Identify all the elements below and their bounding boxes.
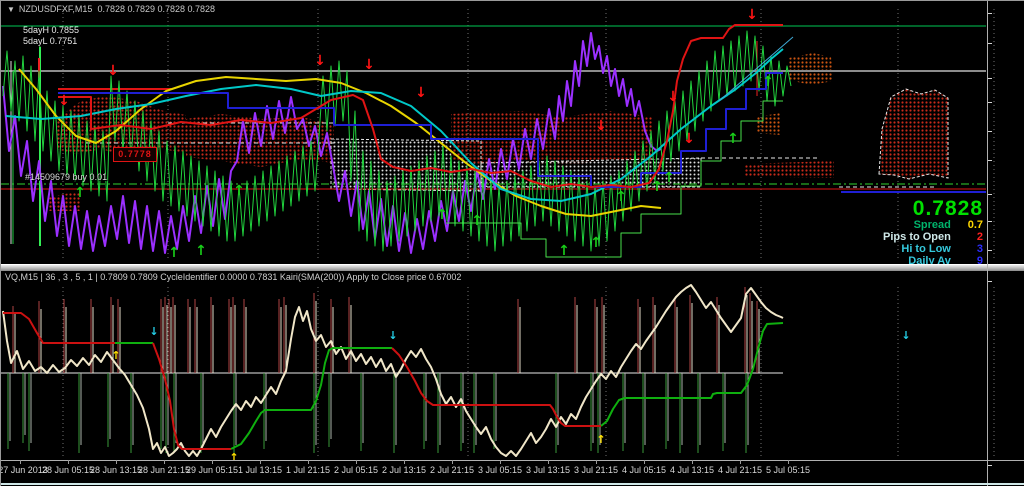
time-tick-mark [164, 460, 165, 464]
signal-down-arrow-icon: ↓ [683, 131, 695, 147]
time-tick-mark [740, 460, 741, 464]
signal-up-arrow-icon: ↑ [74, 185, 86, 201]
symbol-title: NZDUSDFXF,M15 [18, 4, 93, 14]
time-tick-mark [500, 460, 501, 464]
signal-up-arrow-icon: ↑ [195, 243, 207, 259]
time-axis-label: 5 Jul 05:15 [765, 465, 811, 475]
time-tick-mark [20, 460, 21, 464]
info-row-hi-to-low: Hi to Low 3 [901, 243, 983, 255]
kumo-cloud-orange [789, 53, 833, 85]
five-day-high-label: 5dayH 0.7855 [23, 25, 80, 35]
vq-signal-up-arrow-icon: ↑ [596, 433, 605, 446]
signal-down-arrow-icon: ↓ [107, 63, 119, 79]
time-axis-label: 4 Jul 13:15 [669, 465, 715, 475]
info-row-pips-to-open: Pips to Open 2 [883, 231, 983, 243]
signal-up-arrow-icon: ↑ [233, 183, 245, 199]
time-axis-label: 27 Jun 2013 [0, 465, 48, 475]
market-info-panel: 0.7828 Spread 0.7 Pips to Open 2 Hi to L… [883, 197, 983, 267]
vq-signal-up-arrow-icon: ↑ [111, 349, 120, 362]
time-axis-label: 3 Jul 21:15 [573, 465, 619, 475]
time-tick-mark [452, 460, 453, 464]
info-row-spread: Spread 0.7 [913, 219, 983, 231]
time-axis-label: 2 Jul 21:15 [429, 465, 475, 475]
signal-up-arrow-icon: ↑ [615, 189, 627, 205]
signal-up-arrow-icon: ↑ [558, 243, 570, 259]
time-tick-mark [356, 460, 357, 464]
chart-canvas[interactable]: ↓↓↓ ↓↓↓↓↓↓↑↑ ↑↑↑ ↑↑ ↑↑↑↑↑↑↓ ↓ ↓↑↑↑ [1, 1, 1024, 486]
axis-tick-mark [988, 102, 992, 103]
time-tick-mark [260, 460, 261, 464]
signal-up-arrow-icon: ↑ [651, 179, 663, 195]
vq-signal-down-arrow-icon: ↓ [901, 329, 910, 342]
time-tick-mark [212, 460, 213, 464]
vq-red-step-1 [3, 312, 115, 344]
time-tick-mark [596, 460, 597, 464]
axis-tick-mark [988, 160, 992, 161]
vq-signal-down-arrow-icon: ↓ [149, 325, 158, 338]
five-day-low-label: 5dayL 0.7751 [23, 36, 78, 46]
signal-down-arrow-icon: ↓ [58, 93, 70, 109]
time-tick-mark [692, 460, 693, 464]
time-axis-label: 29 Jun 05:15 [185, 465, 239, 475]
signal-down-arrow-icon: ↓ [595, 118, 607, 134]
open-order-label: #14509679 buy 0.01 [25, 172, 108, 182]
signal-up-arrow-icon: ↑ [590, 235, 602, 251]
price-alert-box: 0.7778 [113, 147, 157, 162]
time-axis-label: 2 Jul 05:15 [333, 465, 379, 475]
kumo-cloud-red [878, 88, 949, 180]
chart-title-bar: ▼ NZDUSDFXF,M15 0.7828 0.7829 0.7828 0.78… [7, 4, 215, 14]
kumo-cloud-red [744, 161, 834, 178]
mt4-chart-window: ↓ ↓ ↓ ↓ ↓ ↓ ↓ ↓ ↓ ↑ ↑ ↑ ↑ ↑ ↑ ↑ ↑ ↑ ↑ ↑ ↑ ↑ ↓ ↓ ↓ ↑ ↑ ↑ ▼ NZDUSDFXF,… [0, 0, 1024, 486]
price-axis[interactable]: 0.78650.78560.78450.78280.78250.78050.77… [988, 1, 1024, 486]
signal-up-arrow-icon: ↑ [762, 74, 774, 90]
vq-signal-down-arrow-icon: ↓ [388, 329, 397, 342]
time-axis-label: 28 Jun 13:15 [89, 465, 143, 475]
signal-down-arrow-icon: ↓ [415, 85, 427, 101]
axis-tick-mark [988, 131, 992, 132]
time-axis-label: 1 Jul 21:15 [285, 465, 331, 475]
kumo-cloud-orange [756, 113, 781, 135]
time-axis-label: 3 Jul 13:15 [525, 465, 571, 475]
signal-down-arrow-icon: ↓ [314, 53, 326, 69]
time-tick-mark [116, 460, 117, 464]
signal-up-arrow-icon: ↑ [436, 207, 448, 223]
axis-tick-mark [988, 250, 992, 251]
signal-down-arrow-icon: ↓ [363, 57, 375, 73]
axis-tick-mark [988, 13, 992, 14]
signal-down-arrow-icon: ↓ [667, 89, 679, 105]
time-axis-label: 4 Jul 21:15 [717, 465, 763, 475]
current-price: 0.7828 [912, 197, 983, 220]
time-axis-label: 28 Jun 21:15 [137, 465, 191, 475]
axis-tick-mark [988, 221, 992, 222]
ohlc-values: 0.7828 0.7829 0.7828 0.7828 [97, 4, 216, 14]
axis-tick-mark [988, 465, 992, 466]
signal-down-arrow-icon: ↓ [746, 7, 758, 23]
axis-tick-mark [988, 78, 992, 79]
indicator-header: VQ,M15 | 36 , 3 , 5 , 1 | 0.7809 0.7809 … [5, 272, 462, 282]
time-axis-label: 4 Jul 05:15 [621, 465, 667, 475]
axis-tick-mark [988, 194, 992, 195]
time-tick-mark [788, 460, 789, 464]
time-axis-label: 1 Jul 13:15 [237, 465, 283, 475]
signal-up-arrow-icon: ↑ [168, 245, 180, 261]
signal-up-arrow-icon: ↑ [471, 213, 483, 229]
panel-separator[interactable] [1, 264, 1024, 271]
chart-menu-icon[interactable]: ▼ [7, 5, 15, 14]
axis-tick-mark [988, 43, 992, 44]
time-tick-mark [644, 460, 645, 464]
signal-up-arrow-icon: ↑ [727, 131, 739, 147]
time-axis-label: 28 Jun 05:15 [41, 465, 95, 475]
time-tick-mark [548, 460, 549, 464]
time-tick-mark [308, 460, 309, 464]
axis-tick-mark [988, 281, 992, 282]
time-axis-label: 2 Jul 13:15 [381, 465, 427, 475]
signal-up-arrow-icon: ↑ [663, 170, 675, 186]
time-tick-mark [404, 460, 405, 464]
time-axis-label: 3 Jul 05:15 [477, 465, 523, 475]
time-tick-mark [68, 460, 69, 464]
